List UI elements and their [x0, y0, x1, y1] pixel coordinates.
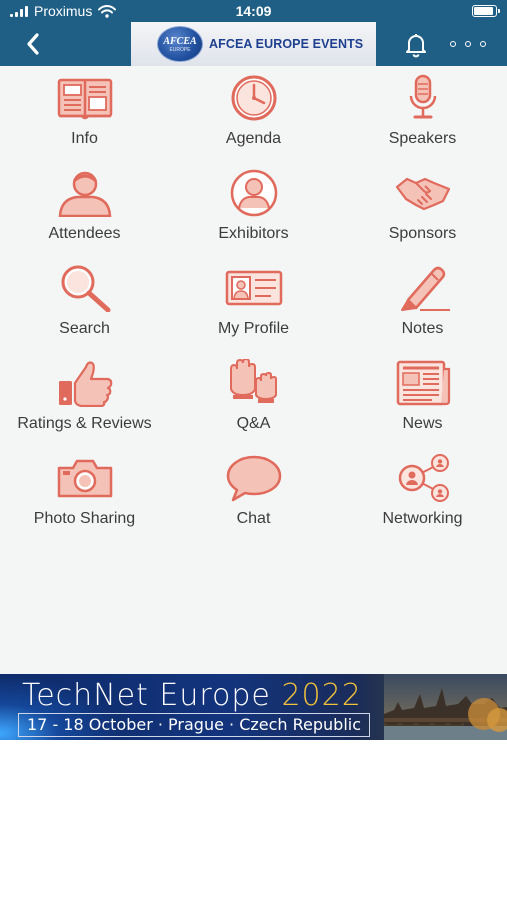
logo-title: AFCEA EUROPE EVENTS — [209, 37, 364, 51]
magnifier-icon — [61, 265, 110, 312]
newspaper-icon — [396, 360, 450, 406]
menu-item-speakers[interactable]: Speakers — [338, 66, 507, 161]
person-icon — [58, 171, 111, 217]
chat-bubble-icon — [226, 455, 281, 502]
thumbs-up-icon — [58, 361, 112, 407]
id-card-icon — [225, 270, 282, 306]
more-dots-icon — [450, 41, 456, 47]
menu-item-label: Info — [71, 130, 98, 147]
camera-icon — [57, 459, 112, 498]
status-time: 14:09 — [235, 3, 272, 19]
status-bar: Proximus 14:09 — [0, 0, 507, 22]
menu-item-label: Networking — [382, 510, 463, 527]
ad-subtitle: 17 - 18 October · Prague · Czech Republi… — [18, 713, 371, 737]
more-options-button[interactable] — [450, 34, 486, 54]
menu-item-agenda[interactable]: Agenda — [169, 66, 338, 161]
back-button[interactable] — [20, 31, 46, 57]
ad-year: 2022 — [281, 678, 362, 713]
afcea-emblem-logo: AFCEA EUROPE — [157, 26, 203, 62]
notifications-button[interactable] — [402, 31, 430, 59]
nav-bar: AFCEA EUROPE AFCEA EUROPE EVENTS — [0, 22, 507, 66]
menu-item-label: Notes — [401, 320, 444, 337]
menu-item-exhibitors[interactable]: Exhibitors — [169, 161, 338, 256]
open-book-icon — [57, 78, 112, 120]
menu-item-my-profile[interactable]: My Profile — [169, 256, 338, 351]
network-icon — [398, 454, 449, 502]
menu-item-ratings-reviews[interactable]: Ratings & Reviews — [0, 351, 169, 446]
menu-item-label: Exhibitors — [218, 225, 289, 242]
menu-item-label: Agenda — [225, 130, 282, 147]
empty-content-area — [0, 740, 507, 900]
ad-title: TechNet Europe 2022 — [22, 678, 362, 713]
menu-item-photo-sharing[interactable]: Photo Sharing — [0, 446, 169, 541]
menu-item-label: News — [402, 415, 443, 432]
person-circle-icon — [230, 169, 277, 217]
microphone-icon — [409, 74, 436, 119]
menu-item-news[interactable]: News — [338, 351, 507, 446]
menu-item-networking[interactable]: Networking — [338, 446, 507, 541]
menu-item-label: Photo Sharing — [33, 510, 136, 527]
menu-grid: Info Agenda Speakers Attendees Exhibitor… — [0, 66, 507, 674]
pen-icon — [400, 266, 450, 311]
event-logo-banner: AFCEA EUROPE AFCEA EUROPE EVENTS — [131, 22, 376, 66]
raised-hands-icon — [229, 359, 277, 403]
menu-item-sponsors[interactable]: Sponsors — [338, 161, 507, 256]
battery-icon — [472, 5, 500, 17]
clock-icon — [231, 75, 276, 121]
menu-item-label: Chat — [236, 510, 271, 527]
menu-item-info[interactable]: Info — [0, 66, 169, 161]
chevron-left-icon — [27, 33, 39, 55]
menu-item-label: Sponsors — [388, 225, 457, 242]
menu-item-attendees[interactable]: Attendees — [0, 161, 169, 256]
menu-item-label: Q&A — [236, 415, 271, 432]
menu-item-chat[interactable]: Chat — [169, 446, 338, 541]
prague-skyline-image — [384, 674, 507, 740]
menu-item-label: Ratings & Reviews — [17, 415, 152, 432]
menu-item-qa[interactable]: Q&A — [169, 351, 338, 446]
menu-item-label: Search — [59, 320, 110, 337]
bell-icon — [406, 34, 426, 58]
menu-item-notes[interactable]: Notes — [338, 256, 507, 351]
menu-item-label: Speakers — [388, 130, 457, 147]
event-ad-banner[interactable]: TechNet Europe 2022 17 - 18 October · Pr… — [0, 674, 507, 740]
menu-item-label: Attendees — [48, 225, 121, 242]
menu-item-label: My Profile — [217, 320, 290, 337]
handshake-icon — [395, 177, 450, 211]
menu-item-search[interactable]: Search — [0, 256, 169, 351]
